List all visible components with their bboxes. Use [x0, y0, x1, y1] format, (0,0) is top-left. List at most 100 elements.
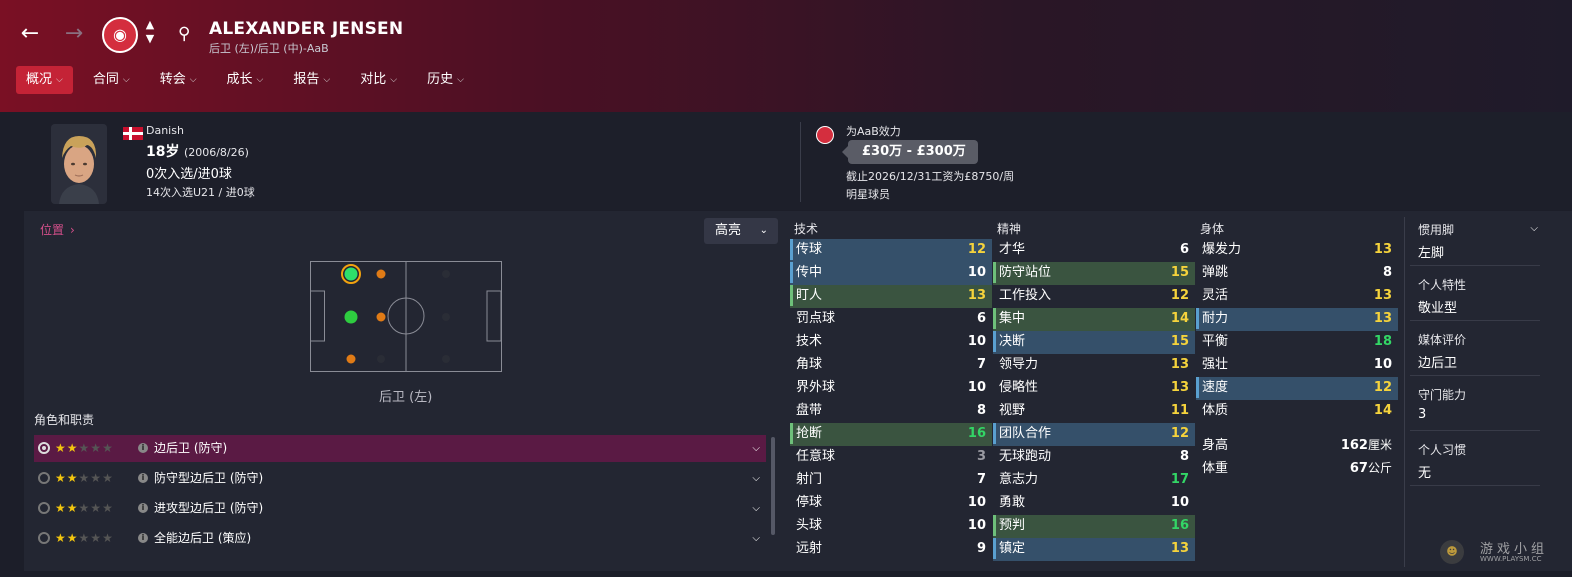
tab-label: 成长 [226, 72, 253, 87]
role-row[interactable]: ★★★★★ i 防守型边后卫 (防守) ⌵ [34, 465, 766, 492]
role-stars: ★★★★★ [55, 531, 114, 545]
age-line: 18岁 (2006/8/26) [146, 141, 249, 161]
back-arrow-icon[interactable]: ← [16, 20, 44, 48]
role-stars: ★★★★★ [55, 441, 114, 455]
role-label: 边后卫 (防守) [154, 441, 228, 455]
position-link[interactable]: 位置 › [40, 221, 75, 238]
attribute-row: 技术 10 [790, 331, 992, 354]
attribute-row: 预判 16 [993, 515, 1195, 538]
attribute-row: 勇敢 10 [993, 492, 1195, 515]
attribute-name: 平衡 [1202, 334, 1229, 349]
forward-arrow-icon[interactable]: → [60, 20, 88, 48]
info-icon[interactable]: i [138, 473, 148, 483]
attribute-row: 远射 9 [790, 538, 992, 561]
tab-4[interactable]: 报告 ⌵ [283, 66, 340, 94]
divider [1404, 217, 1405, 567]
side-info-block: 个人特性 敬业型 [1410, 266, 1540, 321]
side-info-value: 敬业型 [1418, 301, 1458, 316]
tab-0[interactable]: 概况 ⌵ [16, 66, 73, 94]
role-row[interactable]: ★★★★★ i 全能边后卫 (策应) ⌵ [34, 525, 766, 552]
role-label: 全能边后卫 (策应) [154, 531, 252, 545]
chevron-down-icon[interactable]: ⌵ [1530, 223, 1538, 234]
attribute-row: 速度 12 [1196, 377, 1398, 400]
info-icon[interactable]: i [138, 533, 148, 543]
attribute-value: 13 [1373, 242, 1392, 257]
attribute-name: 领导力 [999, 357, 1039, 372]
attribute-value: 10 [967, 518, 986, 533]
attribute-row: 团队合作 12 [993, 423, 1195, 446]
pitch-position-label: 后卫 (左) [379, 390, 433, 405]
attribute-name: 射门 [796, 472, 823, 487]
attribute-value: 8 [976, 403, 986, 418]
side-info-value: 无 [1418, 466, 1432, 481]
info-icon[interactable]: i [138, 443, 148, 453]
attribute-row: 角球 7 [790, 354, 992, 377]
attribute-value: 9 [976, 541, 986, 556]
technical-attributes: 技术 传球 12 传中 10 盯人 13 罚点球 6 技术 10 角球 7 界外球 10 盘带 8 抢断 16 任意… [790, 211, 992, 561]
tab-6[interactable]: 历史 ⌵ [417, 66, 474, 94]
attribute-value: 15 [1170, 265, 1189, 280]
attribute-name: 头球 [796, 518, 823, 533]
attribute-name: 才华 [999, 242, 1026, 257]
chevron-down-icon[interactable]: ⌵ [752, 435, 760, 462]
height-label: 身高 [1202, 438, 1229, 453]
position-dot-dc [344, 310, 358, 324]
tab-1[interactable]: 合同 ⌵ [83, 66, 140, 94]
player-profile-screen: ← → ◉ ▲ ▼ ⚲ ALEXANDER JENSEN 后卫 (左)/后卫 (中… [0, 0, 1572, 577]
highlight-dropdown-label: 高亮 [715, 223, 742, 238]
player-updown-icon[interactable]: ▲ ▼ [143, 18, 157, 50]
roles-scrollbar[interactable] [771, 437, 775, 535]
attribute-row: 侵略性 13 [993, 377, 1195, 400]
attribute-value: 18 [1373, 334, 1392, 349]
attribute-name: 角球 [796, 357, 823, 372]
attribute-name: 爆发力 [1202, 242, 1242, 257]
attribute-row: 体质 14 [1196, 400, 1398, 423]
attribute-row: 盘带 8 [790, 400, 992, 423]
role-radio[interactable] [38, 502, 50, 514]
position-dot-dr [346, 354, 356, 364]
attribute-value: 6 [1179, 242, 1189, 257]
role-radio[interactable] [38, 442, 50, 454]
club-crest-icon[interactable]: ◉ [102, 17, 138, 53]
attribute-value: 12 [1373, 380, 1392, 395]
chevron-down-icon[interactable]: ⌵ [752, 525, 760, 552]
height-unit: 厘米 [1367, 438, 1392, 452]
attribute-name: 弹跳 [1202, 265, 1229, 280]
attribute-row: 防守站位 15 [993, 262, 1195, 285]
tab-2[interactable]: 转会 ⌵ [150, 66, 207, 94]
side-info-block: 守门能力 3 [1410, 376, 1540, 431]
tab-bar: 概况 ⌵ 合同 ⌵ 转会 ⌵ 成长 ⌵ 报告 ⌵ 对比 ⌵ 历史 ⌵ [16, 66, 474, 94]
position-dot-dl [344, 267, 358, 281]
transfer-value[interactable]: £30万 - £300万 [842, 140, 978, 164]
role-stars: ★★★★★ [55, 471, 114, 485]
attribute-value: 17 [1170, 472, 1189, 487]
info-icon[interactable]: i [138, 503, 148, 513]
chevron-right-icon: › [70, 223, 75, 237]
attribute-name: 防守站位 [999, 265, 1052, 280]
attribute-value: 10 [1373, 357, 1392, 372]
highlight-dropdown[interactable]: 高亮 ⌄ [704, 218, 778, 244]
role-radio[interactable] [38, 532, 50, 544]
attribute-row: 罚点球 6 [790, 308, 992, 331]
physical-attributes: 身体 爆发力 13 弹跳 8 灵活 13 耐力 13 平衡 18 强壮 10 速度 12 体质 14 身高 16… [1196, 211, 1398, 481]
attribute-row: 头球 10 [790, 515, 992, 538]
attribute-value: 13 [1170, 380, 1189, 395]
attribute-name: 抢断 [796, 426, 823, 441]
role-radio[interactable] [38, 472, 50, 484]
tab-3[interactable]: 成长 ⌵ [217, 66, 274, 94]
chevron-down-icon[interactable]: ⌵ [752, 495, 760, 522]
attribute-name: 集中 [999, 311, 1026, 326]
side-info-value: 边后卫 [1418, 356, 1458, 371]
chevron-down-icon[interactable]: ⌵ [752, 465, 760, 492]
chevron-down-icon: ⌵ [189, 75, 197, 85]
tab-5[interactable]: 对比 ⌵ [350, 66, 407, 94]
attribute-row: 决断 15 [993, 331, 1195, 354]
attribute-row: 集中 14 [993, 308, 1195, 331]
position-link-label: 位置 [40, 223, 65, 237]
role-stars: ★★★★★ [55, 501, 114, 515]
role-row[interactable]: ★★★★★ i 边后卫 (防守) ⌵ [34, 435, 766, 462]
search-icon[interactable]: ⚲ [178, 24, 198, 44]
attribute-row: 工作投入 12 [993, 285, 1195, 308]
club-crest-small-icon [816, 126, 834, 144]
role-row[interactable]: ★★★★★ i 进攻型边后卫 (防守) ⌵ [34, 495, 766, 522]
